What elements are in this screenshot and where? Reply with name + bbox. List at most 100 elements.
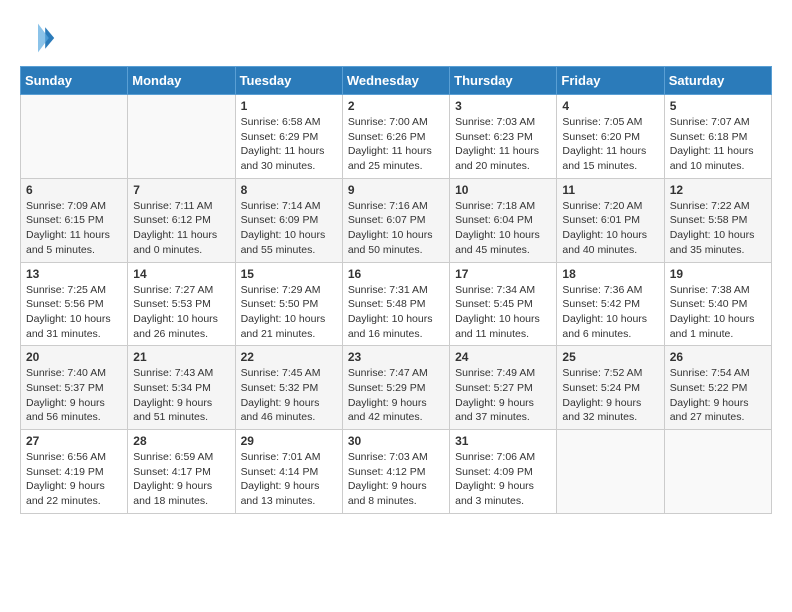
day-detail: Sunrise: 7:31 AM Sunset: 5:48 PM Dayligh… xyxy=(348,283,444,342)
day-number: 11 xyxy=(562,183,658,197)
calendar-body: 1 Sunrise: 6:58 AM Sunset: 6:29 PM Daylig… xyxy=(21,95,772,514)
day-detail: Sunrise: 7:03 AM Sunset: 4:12 PM Dayligh… xyxy=(348,450,444,509)
day-cell: 8 Sunrise: 7:14 AM Sunset: 6:09 PM Daylig… xyxy=(235,178,342,262)
day-cell: 12Sunrise: 7:22 AM Sunset: 5:58 PM Dayli… xyxy=(664,178,771,262)
day-number: 16 xyxy=(348,267,444,281)
day-number: 8 xyxy=(241,183,337,197)
day-number: 9 xyxy=(348,183,444,197)
day-detail: Sunrise: 7:36 AM Sunset: 5:42 PM Dayligh… xyxy=(562,283,658,342)
header-cell-sunday: Sunday xyxy=(21,67,128,95)
week-row-4: 20 Sunrise: 7:40 AM Sunset: 5:37 PM Dayli… xyxy=(21,346,772,430)
day-cell: 7 Sunrise: 7:11 AM Sunset: 6:12 PM Daylig… xyxy=(128,178,235,262)
day-number: 20 xyxy=(26,350,122,364)
day-detail: Sunrise: 7:11 AM Sunset: 6:12 PM Dayligh… xyxy=(133,199,229,258)
day-detail: Sunrise: 7:54 AM Sunset: 5:22 PM Dayligh… xyxy=(670,366,766,425)
calendar-header: SundayMondayTuesdayWednesdayThursdayFrid… xyxy=(21,67,772,95)
page-header xyxy=(20,20,772,56)
header-cell-friday: Friday xyxy=(557,67,664,95)
week-row-3: 13Sunrise: 7:25 AM Sunset: 5:56 PM Dayli… xyxy=(21,262,772,346)
header-row: SundayMondayTuesdayWednesdayThursdayFrid… xyxy=(21,67,772,95)
header-cell-thursday: Thursday xyxy=(450,67,557,95)
day-detail: Sunrise: 7:52 AM Sunset: 5:24 PM Dayligh… xyxy=(562,366,658,425)
day-number: 7 xyxy=(133,183,229,197)
day-detail: Sunrise: 7:01 AM Sunset: 4:14 PM Dayligh… xyxy=(241,450,337,509)
day-cell: 24Sunrise: 7:49 AM Sunset: 5:27 PM Dayli… xyxy=(450,346,557,430)
day-detail: Sunrise: 6:56 AM Sunset: 4:19 PM Dayligh… xyxy=(26,450,122,509)
day-cell: 3Sunrise: 7:03 AM Sunset: 6:23 PM Daylig… xyxy=(450,95,557,179)
day-cell: 14Sunrise: 7:27 AM Sunset: 5:53 PM Dayli… xyxy=(128,262,235,346)
day-cell: 1 Sunrise: 6:58 AM Sunset: 6:29 PM Daylig… xyxy=(235,95,342,179)
day-detail: Sunrise: 6:58 AM Sunset: 6:29 PM Dayligh… xyxy=(241,115,337,174)
day-number: 4 xyxy=(562,99,658,113)
day-number: 21 xyxy=(133,350,229,364)
day-cell: 10Sunrise: 7:18 AM Sunset: 6:04 PM Dayli… xyxy=(450,178,557,262)
day-detail: Sunrise: 7:16 AM Sunset: 6:07 PM Dayligh… xyxy=(348,199,444,258)
week-row-1: 1 Sunrise: 6:58 AM Sunset: 6:29 PM Daylig… xyxy=(21,95,772,179)
day-cell: 23 Sunrise: 7:47 AM Sunset: 5:29 PM Dayli… xyxy=(342,346,449,430)
day-cell: 5 Sunrise: 7:07 AM Sunset: 6:18 PM Daylig… xyxy=(664,95,771,179)
day-cell: 28Sunrise: 6:59 AM Sunset: 4:17 PM Dayli… xyxy=(128,430,235,514)
day-number: 5 xyxy=(670,99,766,113)
day-detail: Sunrise: 7:27 AM Sunset: 5:53 PM Dayligh… xyxy=(133,283,229,342)
day-number: 18 xyxy=(562,267,658,281)
day-cell: 15 Sunrise: 7:29 AM Sunset: 5:50 PM Dayli… xyxy=(235,262,342,346)
day-detail: Sunrise: 7:43 AM Sunset: 5:34 PM Dayligh… xyxy=(133,366,229,425)
day-cell: 22 Sunrise: 7:45 AM Sunset: 5:32 PM Dayli… xyxy=(235,346,342,430)
day-cell: 20 Sunrise: 7:40 AM Sunset: 5:37 PM Dayli… xyxy=(21,346,128,430)
day-number: 29 xyxy=(241,434,337,448)
day-detail: Sunrise: 7:09 AM Sunset: 6:15 PM Dayligh… xyxy=(26,199,122,258)
day-cell: 16 Sunrise: 7:31 AM Sunset: 5:48 PM Dayli… xyxy=(342,262,449,346)
day-detail: Sunrise: 7:00 AM Sunset: 6:26 PM Dayligh… xyxy=(348,115,444,174)
header-cell-tuesday: Tuesday xyxy=(235,67,342,95)
day-detail: Sunrise: 7:34 AM Sunset: 5:45 PM Dayligh… xyxy=(455,283,551,342)
day-detail: Sunrise: 7:14 AM Sunset: 6:09 PM Dayligh… xyxy=(241,199,337,258)
day-cell: 26 Sunrise: 7:54 AM Sunset: 5:22 PM Dayli… xyxy=(664,346,771,430)
day-number: 30 xyxy=(348,434,444,448)
day-number: 25 xyxy=(562,350,658,364)
calendar-table: SundayMondayTuesdayWednesdayThursdayFrid… xyxy=(20,66,772,514)
day-number: 24 xyxy=(455,350,551,364)
day-cell xyxy=(128,95,235,179)
day-cell: 19Sunrise: 7:38 AM Sunset: 5:40 PM Dayli… xyxy=(664,262,771,346)
day-cell xyxy=(21,95,128,179)
day-cell: 13Sunrise: 7:25 AM Sunset: 5:56 PM Dayli… xyxy=(21,262,128,346)
day-detail: Sunrise: 7:22 AM Sunset: 5:58 PM Dayligh… xyxy=(670,199,766,258)
day-detail: Sunrise: 7:03 AM Sunset: 6:23 PM Dayligh… xyxy=(455,115,551,174)
day-cell: 11 Sunrise: 7:20 AM Sunset: 6:01 PM Dayli… xyxy=(557,178,664,262)
day-number: 2 xyxy=(348,99,444,113)
day-number: 23 xyxy=(348,350,444,364)
week-row-2: 6 Sunrise: 7:09 AM Sunset: 6:15 PM Daylig… xyxy=(21,178,772,262)
day-number: 19 xyxy=(670,267,766,281)
header-cell-monday: Monday xyxy=(128,67,235,95)
day-detail: Sunrise: 7:45 AM Sunset: 5:32 PM Dayligh… xyxy=(241,366,337,425)
logo-icon xyxy=(20,20,56,56)
day-number: 22 xyxy=(241,350,337,364)
day-cell: 18 Sunrise: 7:36 AM Sunset: 5:42 PM Dayli… xyxy=(557,262,664,346)
day-cell: 17 Sunrise: 7:34 AM Sunset: 5:45 PM Dayli… xyxy=(450,262,557,346)
day-cell: 25 Sunrise: 7:52 AM Sunset: 5:24 PM Dayli… xyxy=(557,346,664,430)
day-detail: Sunrise: 7:05 AM Sunset: 6:20 PM Dayligh… xyxy=(562,115,658,174)
header-cell-saturday: Saturday xyxy=(664,67,771,95)
day-detail: Sunrise: 7:25 AM Sunset: 5:56 PM Dayligh… xyxy=(26,283,122,342)
day-number: 1 xyxy=(241,99,337,113)
day-detail: Sunrise: 7:20 AM Sunset: 6:01 PM Dayligh… xyxy=(562,199,658,258)
day-cell: 31 Sunrise: 7:06 AM Sunset: 4:09 PM Dayli… xyxy=(450,430,557,514)
header-cell-wednesday: Wednesday xyxy=(342,67,449,95)
day-cell xyxy=(664,430,771,514)
day-number: 15 xyxy=(241,267,337,281)
day-detail: Sunrise: 7:07 AM Sunset: 6:18 PM Dayligh… xyxy=(670,115,766,174)
day-cell: 6 Sunrise: 7:09 AM Sunset: 6:15 PM Daylig… xyxy=(21,178,128,262)
day-cell: 21 Sunrise: 7:43 AM Sunset: 5:34 PM Dayli… xyxy=(128,346,235,430)
day-cell: 29 Sunrise: 7:01 AM Sunset: 4:14 PM Dayli… xyxy=(235,430,342,514)
day-detail: Sunrise: 7:47 AM Sunset: 5:29 PM Dayligh… xyxy=(348,366,444,425)
day-number: 17 xyxy=(455,267,551,281)
day-number: 27 xyxy=(26,434,122,448)
day-detail: Sunrise: 7:06 AM Sunset: 4:09 PM Dayligh… xyxy=(455,450,551,509)
day-number: 31 xyxy=(455,434,551,448)
day-cell: 27 Sunrise: 6:56 AM Sunset: 4:19 PM Dayli… xyxy=(21,430,128,514)
day-cell: 2 Sunrise: 7:00 AM Sunset: 6:26 PM Daylig… xyxy=(342,95,449,179)
day-detail: Sunrise: 7:29 AM Sunset: 5:50 PM Dayligh… xyxy=(241,283,337,342)
day-number: 26 xyxy=(670,350,766,364)
day-detail: Sunrise: 7:40 AM Sunset: 5:37 PM Dayligh… xyxy=(26,366,122,425)
day-number: 6 xyxy=(26,183,122,197)
